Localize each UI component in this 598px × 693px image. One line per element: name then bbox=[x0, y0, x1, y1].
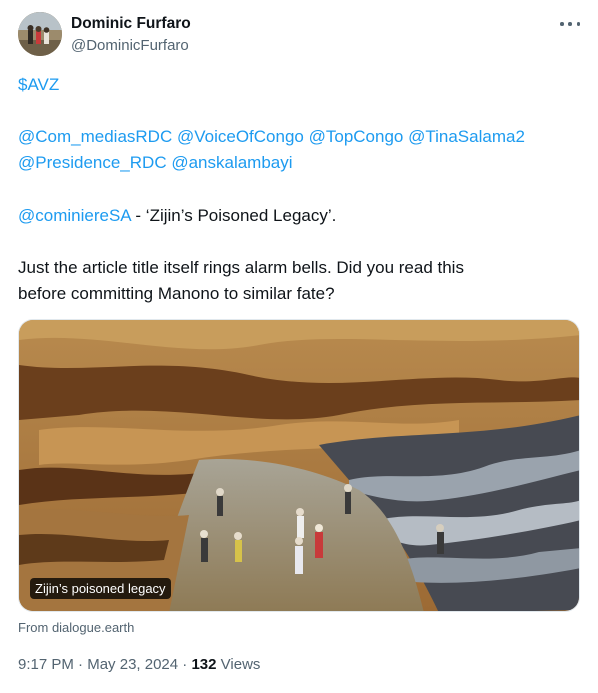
mention-link[interactable]: @cominiereSA bbox=[18, 206, 131, 225]
mention-link[interactable]: @anskalambayi bbox=[171, 153, 292, 172]
tweet-line-quote: @cominiereSA - ‘Zijin’s Poisoned Legacy’… bbox=[18, 205, 336, 227]
mention-link[interactable]: @Presidence_RDC bbox=[18, 153, 167, 172]
views-count: 132 bbox=[191, 656, 217, 673]
meta-separator: · bbox=[73, 656, 88, 673]
mining-landscape-photo bbox=[19, 320, 579, 611]
tweet-body-line-2: before committing Manono to similar fate… bbox=[18, 284, 335, 303]
author-name[interactable]: Dominic Furfaro bbox=[71, 15, 191, 33]
tweet-body-line-1: Just the article title itself rings alar… bbox=[18, 258, 464, 277]
cashtag-link[interactable]: $AVZ bbox=[18, 75, 59, 94]
tweet-line-cashtag: $AVZ bbox=[18, 74, 59, 96]
meta-separator: · bbox=[178, 656, 192, 673]
mention-link[interactable]: @Com_mediasRDC bbox=[18, 127, 172, 146]
quote-text: - ‘Zijin’s Poisoned Legacy’. bbox=[130, 206, 337, 225]
views-label: Views bbox=[216, 656, 261, 673]
more-options-button[interactable] bbox=[557, 14, 583, 34]
tweet-line-mentions-1: @Com_mediasRDC @VoiceOfCongo @TopCongo @… bbox=[18, 126, 525, 148]
tweet-meta: 9:17 PM · May 23, 2024 · 132 Views bbox=[18, 656, 260, 673]
tweet-date[interactable]: May 23, 2024 bbox=[87, 656, 178, 673]
mention-link[interactable]: @TinaSalama2 bbox=[408, 127, 525, 146]
link-card-source[interactable]: From dialogue.earth bbox=[18, 620, 134, 635]
tweet-time[interactable]: 9:17 PM bbox=[18, 656, 74, 673]
more-dots-icon bbox=[560, 22, 564, 26]
avatar[interactable] bbox=[18, 12, 62, 56]
avatar-photo-icon bbox=[18, 12, 62, 56]
tweet-line-mentions-2: @Presidence_RDC @anskalambayi bbox=[18, 152, 293, 174]
link-card-image[interactable]: Zijin’s poisoned legacy bbox=[18, 319, 580, 612]
link-card-caption: Zijin’s poisoned legacy bbox=[30, 578, 171, 599]
mention-link[interactable]: @TopCongo bbox=[309, 127, 404, 146]
author-handle[interactable]: @DominicFurfaro bbox=[71, 37, 189, 54]
mention-link[interactable]: @VoiceOfCongo bbox=[177, 127, 304, 146]
